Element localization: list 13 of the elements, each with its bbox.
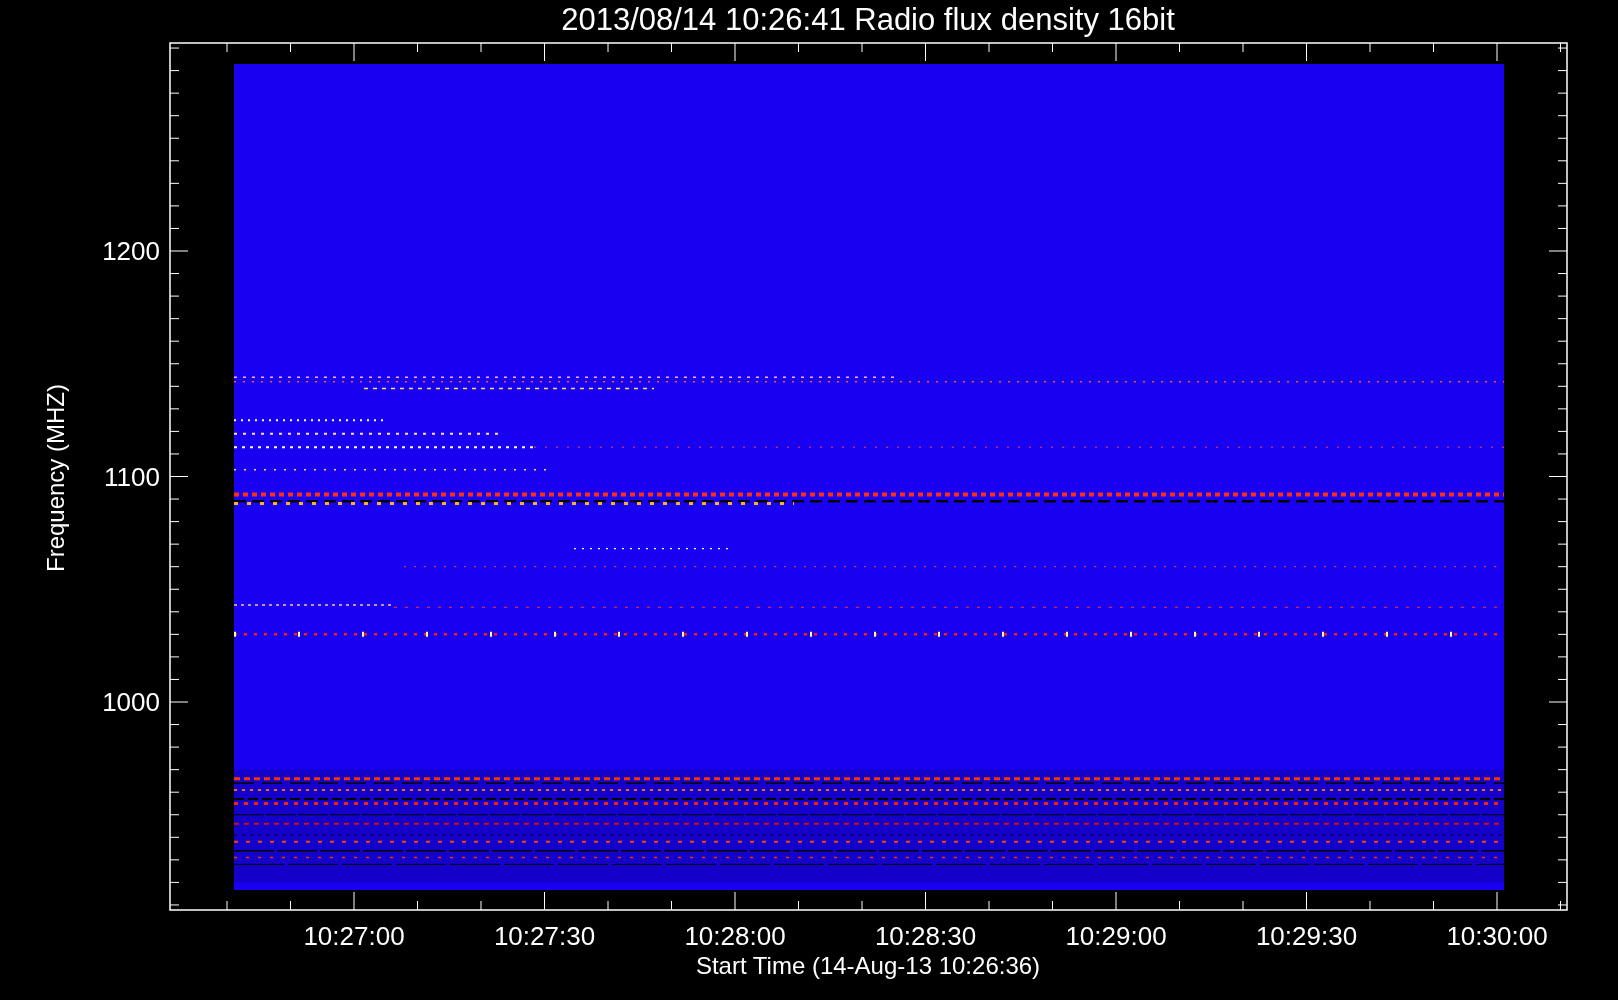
x-tick-label: 10:30:00 bbox=[1446, 921, 1548, 951]
x-tick-label: 10:28:30 bbox=[874, 921, 977, 951]
x-tick-label: 10:29:00 bbox=[1065, 921, 1167, 951]
y-tick-label: 1100 bbox=[104, 461, 160, 492]
y-tick-label: 1200 bbox=[102, 236, 160, 266]
y-tick-label: 1000 bbox=[102, 687, 160, 717]
plot-title: 2013/08/14 10:26:41 Radio flux density 16bit bbox=[561, 2, 1175, 37]
x-tick-label: 10:27:00 bbox=[303, 921, 405, 951]
y-axis-title: Frequency (MHZ) bbox=[42, 384, 69, 572]
x-axis-title: Start Time (14-Aug-13 10:26:36) bbox=[695, 952, 1041, 979]
x-tick-label: 10:28:00 bbox=[684, 921, 786, 951]
x-tick-label: 10:29:30 bbox=[1255, 921, 1358, 951]
x-tick-label: 10:27:30 bbox=[493, 921, 596, 951]
